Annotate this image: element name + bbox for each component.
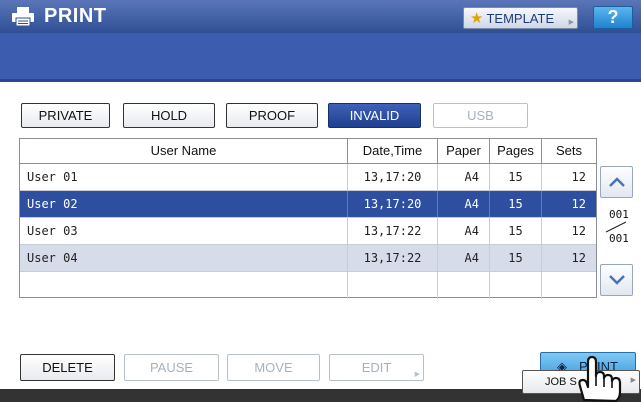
column-header-paper: Paper — [438, 139, 490, 163]
cell-sets: 12 — [571, 251, 586, 265]
cell-user-name: User 01 — [20, 164, 348, 190]
cell-date-time: 13,17:22 — [348, 218, 438, 244]
total-pages: 001 — [609, 232, 629, 245]
cell-empty — [490, 272, 542, 299]
cell-pages: 15 — [490, 191, 542, 217]
cell-empty — [438, 272, 490, 299]
title-bar: PRINT ★ TEMPLATE ▶ ? — [0, 0, 641, 33]
template-button[interactable]: ★ TEMPLATE ▶ — [463, 7, 578, 29]
tab-private[interactable]: PRIVATE — [21, 103, 110, 128]
pause-button[interactable]: PAUSE — [124, 354, 219, 381]
star-icon: ★ — [470, 10, 484, 27]
delete-button[interactable]: DELETE — [20, 354, 115, 381]
job-table: User Name Date,Time Paper Pages Sets Use… — [19, 138, 597, 299]
tab-hold[interactable]: HOLD — [123, 103, 215, 128]
table-row-selected[interactable]: User 02 13,17:20 A4 15 12 — [20, 191, 596, 218]
column-header-user-name: User Name — [20, 139, 348, 163]
tab-proof[interactable]: PROOF — [226, 103, 318, 128]
template-label: TEMPLATE — [486, 10, 555, 26]
page-title: PRINT — [44, 5, 107, 27]
cell-empty — [542, 272, 596, 299]
edit-button[interactable]: EDIT ▶ — [329, 354, 424, 381]
scroll-down-button[interactable] — [600, 264, 633, 296]
cell-pages: 15 — [490, 164, 542, 190]
cell-date-time: 13,17:20 — [348, 164, 438, 190]
table-row[interactable]: User 04 13,17:22 A4 15 12 — [20, 245, 596, 272]
tab-usb[interactable]: USB — [433, 103, 528, 128]
message-area-border — [0, 79, 641, 82]
message-area — [0, 33, 641, 79]
cell-date-time: 13,17:20 — [348, 191, 438, 217]
cell-paper: A4 — [438, 164, 490, 190]
cell-empty — [20, 272, 348, 299]
move-button[interactable]: MOVE — [227, 354, 320, 381]
column-header-date-time: Date,Time — [348, 139, 438, 163]
pointing-hand-icon — [578, 356, 622, 402]
printer-icon — [12, 7, 34, 26]
chevron-down-icon — [608, 275, 625, 285]
chevron-up-icon — [608, 177, 625, 187]
table-body: User 01 13,17:20 A4 15 12 User 02 13,17:… — [20, 164, 596, 299]
tab-invalid[interactable]: INVALID — [328, 103, 421, 128]
cell-user-name: User 03 — [20, 218, 348, 244]
cell-empty — [348, 272, 438, 299]
cell-paper: A4 — [438, 245, 490, 271]
table-row[interactable]: User 01 13,17:20 A4 15 12 — [20, 164, 596, 191]
table-row[interactable]: User 03 13,17:22 A4 15 12 — [20, 218, 596, 245]
corner-arrow-icon: ▶ — [414, 371, 420, 378]
column-header-sets: Sets — [555, 143, 582, 158]
page-indicator: 001 001 — [600, 205, 633, 251]
table-header: User Name Date,Time Paper Pages Sets — [20, 139, 596, 164]
column-header-pages: Pages — [490, 139, 542, 163]
cell-sets: 12 — [571, 224, 586, 238]
cell-sets: 12 — [571, 170, 586, 184]
cell-pages: 15 — [490, 245, 542, 271]
cell-paper: A4 — [438, 218, 490, 244]
scroll-up-button[interactable] — [600, 166, 633, 198]
cell-date-time: 13,17:22 — [348, 245, 438, 271]
corner-arrow-icon: ▶ — [568, 19, 574, 26]
help-button[interactable]: ? — [593, 6, 633, 29]
cell-user-name: User 04 — [20, 245, 348, 271]
edit-label: EDIT — [361, 360, 392, 375]
current-page: 001 — [609, 208, 629, 221]
cell-user-name: User 02 — [20, 191, 348, 217]
table-row-empty — [20, 272, 596, 299]
cell-sets: 12 — [571, 197, 586, 211]
cell-paper: A4 — [438, 191, 490, 217]
cell-pages: 15 — [490, 218, 542, 244]
